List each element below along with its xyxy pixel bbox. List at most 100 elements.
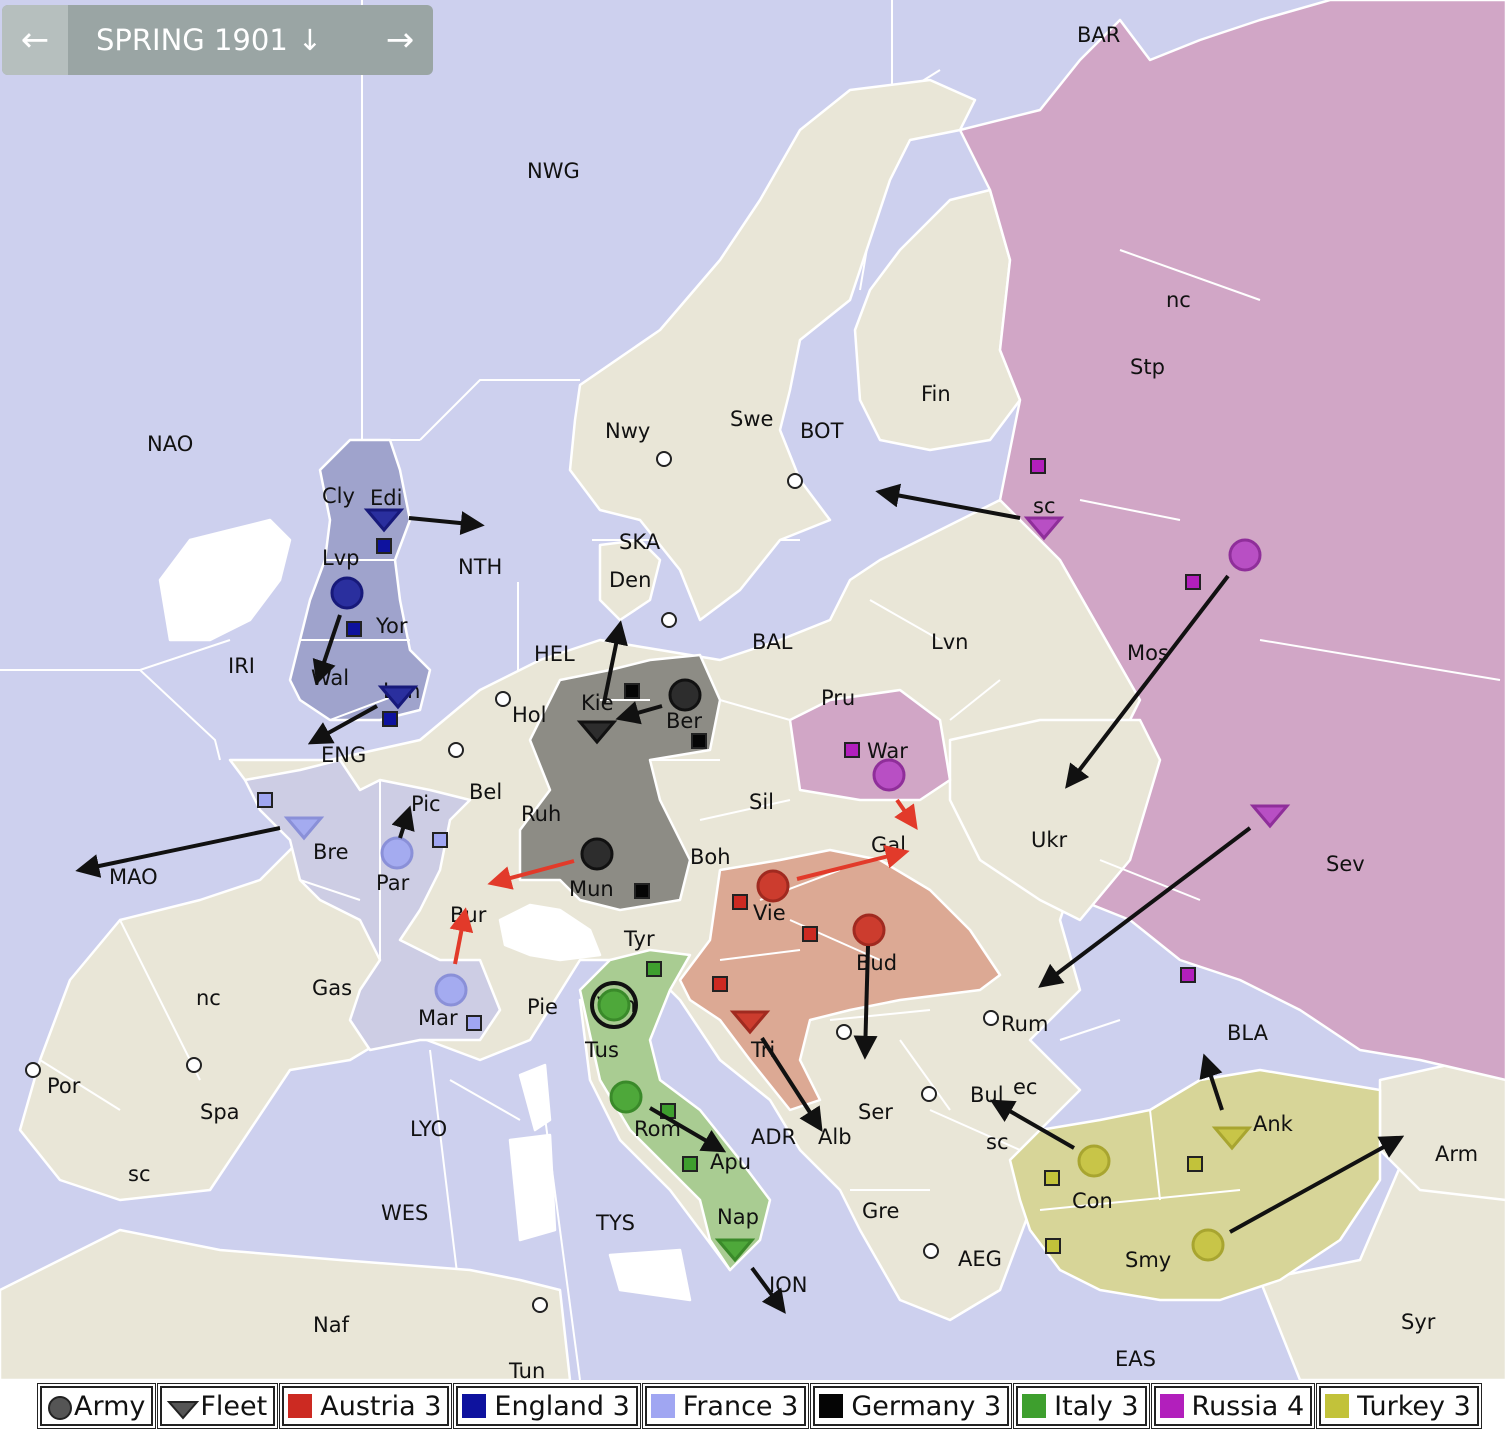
power-swatch [650,1394,675,1418]
unit-army-germany-mun [580,837,614,871]
phase-label: SPRING 1901 [96,23,288,57]
supply-center-neutral [787,473,803,489]
label-pie: Pie [527,995,558,1019]
label-tun: Tun [508,1359,545,1380]
supply-center-france [257,792,273,808]
label-iri: IRI [228,654,255,678]
label-nwg: NWG [527,159,580,183]
previous-phase-button[interactable]: ← [2,5,68,75]
label-bot: BOT [800,419,844,443]
label-ion: ION [769,1273,807,1297]
label-spa: Spa [200,1100,240,1124]
label-bul-ec: ec [1013,1075,1037,1099]
fleet-icon [167,1401,200,1420]
label-rum: Rum [1001,1012,1048,1036]
arrow-left-icon: ← [20,20,50,60]
supply-center-italy [682,1156,698,1172]
label-bud: Bud [856,951,897,975]
label-den: Den [609,568,651,592]
unit-army-austria-bud [852,913,886,947]
legend-power-label: Russia 4 [1191,1390,1305,1422]
supply-center-austria [802,926,818,942]
game-board: BAR NWG NAO nc Stp Fin Nwy Swe BOT sc Cl… [0,0,1506,1444]
label-ank: Ank [1253,1112,1294,1136]
label-con: Con [1072,1189,1113,1213]
power-swatch [819,1394,844,1418]
legend-power: Austria 3 [279,1383,453,1429]
label-lvn: Lvn [931,630,968,654]
label-bre: Bre [313,840,349,864]
legend: Army Fleet Austria 3 England 3 France 3 … [36,1383,1482,1429]
label-mar: Mar [418,1006,458,1030]
label-vie: Vie [753,901,786,925]
legend-power: Russia 4 [1150,1383,1316,1429]
supply-center-neutral [495,691,511,707]
label-swe: Swe [730,407,773,431]
legend-power: Italy 3 [1013,1383,1150,1429]
arrow-right-icon: → [385,20,415,60]
label-bla: BLA [1227,1021,1269,1045]
label-par: Par [376,871,410,895]
supply-center-neutral [186,1057,202,1073]
unit-army-turkey-con [1077,1144,1111,1178]
label-nao: NAO [147,432,193,456]
supply-center-austria [732,894,748,910]
supply-center-russia [1180,967,1196,983]
unit-army-italy-ven [597,988,631,1022]
label-sev: Sev [1326,852,1365,876]
supply-center-neutral [448,742,464,758]
label-hel: HEL [534,642,575,666]
supply-center-russia [1030,458,1046,474]
supply-center-neutral [923,1243,939,1259]
unit-army-france-par [380,836,414,870]
unit-army-france-mar [434,973,468,1007]
supply-center-neutral [532,1297,548,1313]
supply-center-england [346,621,362,637]
unit-army-italy-rom [609,1080,643,1114]
power-swatch [462,1394,487,1418]
label-nth: NTH [458,555,502,579]
label-adr: ADR [751,1125,796,1149]
power-swatch [288,1394,313,1418]
supply-center-france [466,1015,482,1031]
label-lvp: Lvp [322,546,359,570]
label-lyo: LYO [410,1117,447,1141]
supply-center-austria [712,976,728,992]
legend-power-label: Italy 3 [1054,1390,1139,1422]
label-cly: Cly [322,484,355,508]
label-stp-nc: nc [1166,288,1191,312]
legend-power-label: Austria 3 [320,1390,442,1422]
label-bur: Bur [450,903,487,927]
phase-navigation: ← SPRING 1901 ↓ → [2,5,433,75]
arrow-down-icon: ↓ [297,23,323,57]
supply-center-russia [1185,574,1201,590]
label-gre: Gre [862,1199,899,1223]
label-apu: Apu [710,1150,751,1174]
supply-center-neutral [983,1010,999,1026]
unit-army-england-lvp [330,576,364,610]
phase-selector[interactable]: SPRING 1901 ↓ [68,23,367,57]
label-ber: Ber [666,709,702,733]
label-eng: ENG [321,743,366,767]
label-fin: Fin [921,382,951,406]
label-sil: Sil [749,790,774,814]
supply-center-germany [691,733,707,749]
legend-power: Turkey 3 [1316,1383,1482,1429]
unit-army-russia-mos [1228,538,1262,572]
label-ukr: Ukr [1031,828,1068,852]
legend-power-label: Germany 3 [851,1390,1002,1422]
supply-center-england [382,711,398,727]
power-swatch [1022,1394,1047,1418]
supply-center-germany [634,883,650,899]
next-phase-button[interactable]: → [367,5,433,75]
power-swatch [1159,1394,1184,1418]
legend-power: Germany 3 [810,1383,1013,1429]
label-nwy: Nwy [605,419,650,443]
supply-center-france [432,832,448,848]
supply-center-neutral [25,1062,41,1078]
label-tus: Tus [584,1038,619,1062]
label-smy: Smy [1125,1248,1171,1272]
label-nap: Nap [717,1205,759,1229]
legend-fleet-label: Fleet [200,1390,268,1422]
diplomacy-map[interactable]: BAR NWG NAO nc Stp Fin Nwy Swe BOT sc Cl… [0,0,1506,1380]
